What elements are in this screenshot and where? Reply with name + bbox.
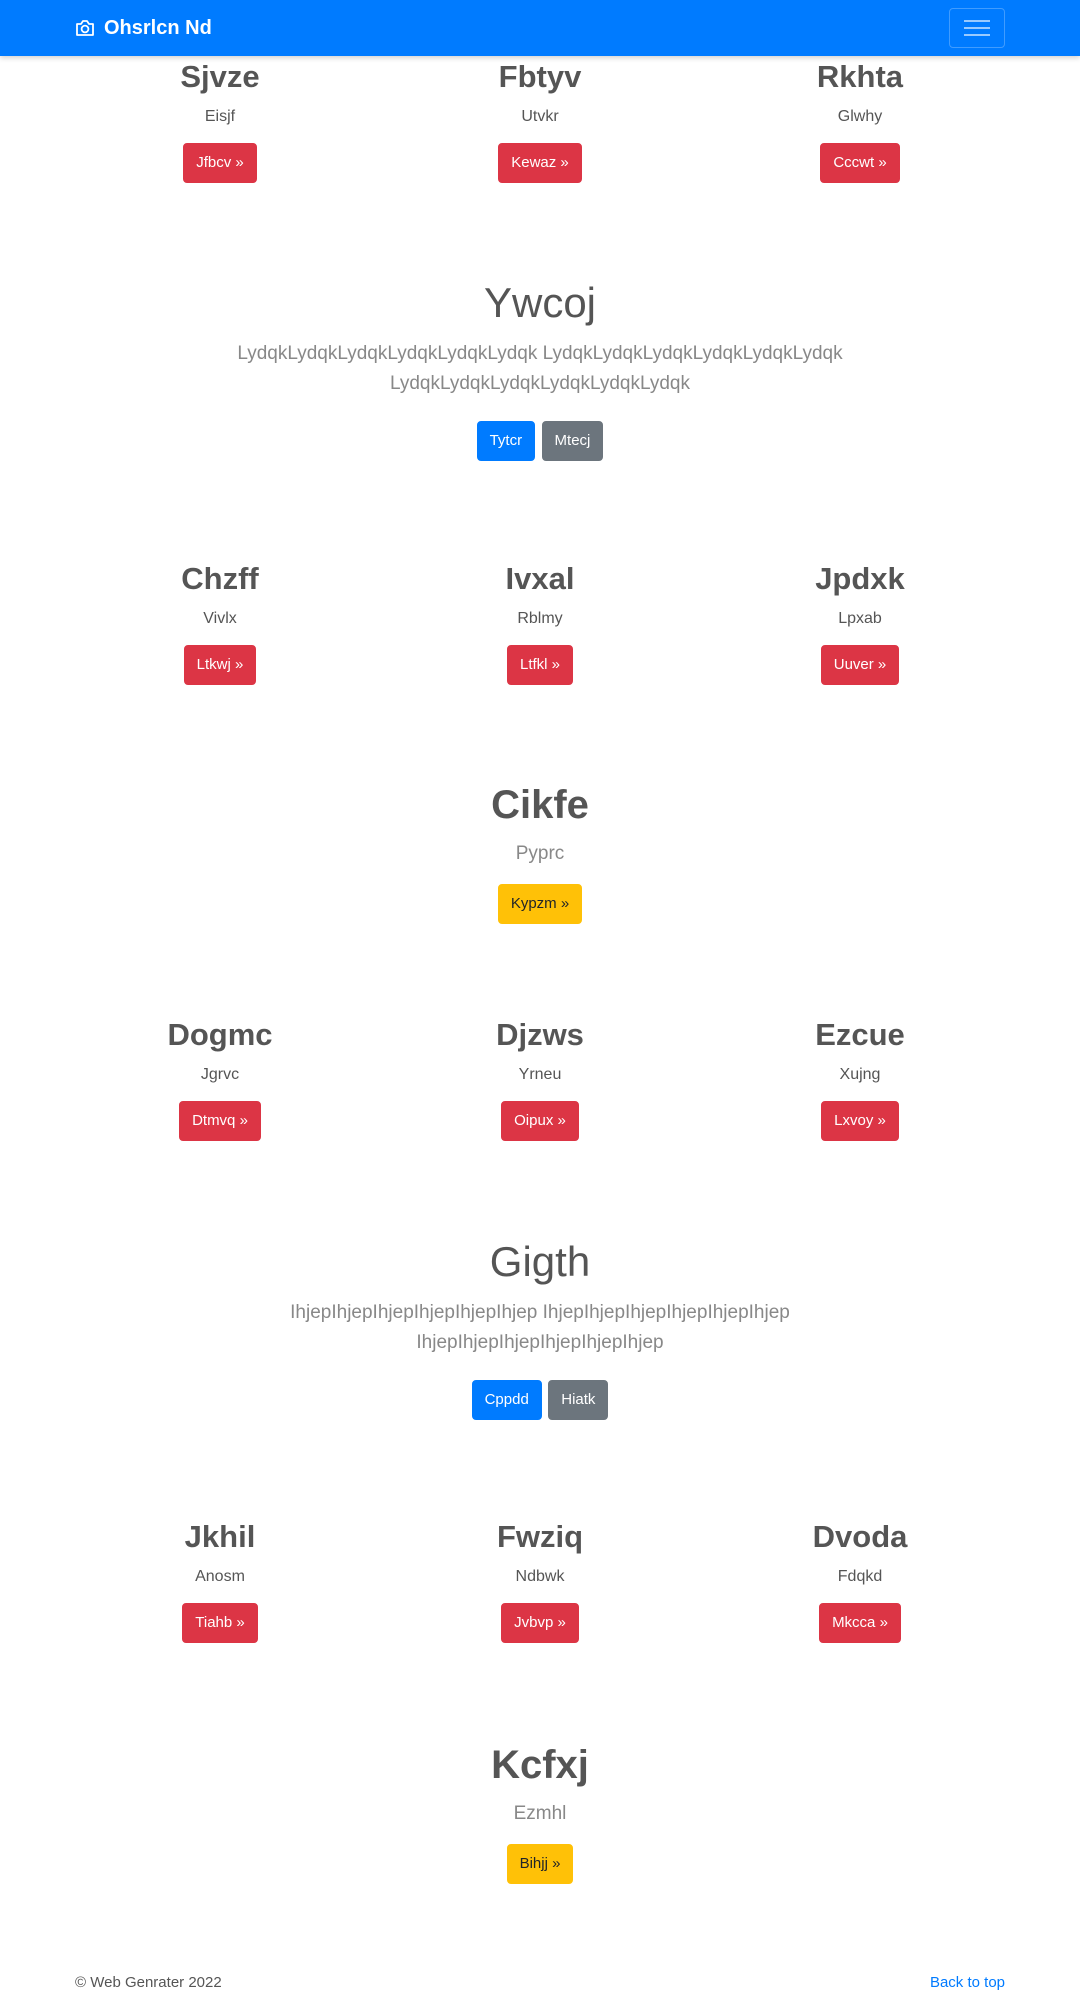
card-text: Fdqkd: [837, 1568, 883, 1585]
card-button[interactable]: Dtmvq »: [179, 1101, 261, 1141]
brand-label: Ohsrlcn Nd: [104, 16, 212, 39]
feature-card: Ezcue Xujng Lxvoy »: [680, 1015, 1040, 1141]
feature-title: Kcfxj: [491, 1743, 589, 1787]
card-button[interactable]: Jvbvp »: [501, 1603, 579, 1643]
card-text: Xujng: [839, 1066, 881, 1083]
card-button[interactable]: Uuver »: [820, 645, 900, 685]
card-title: Dogmc: [167, 1017, 273, 1052]
feature-title: Cikfe: [491, 783, 589, 827]
card-text: Eisjf: [204, 108, 236, 125]
primary-button[interactable]: Tytcr: [476, 421, 536, 461]
navbar-brand[interactable]: Ohsrlcn Nd: [75, 0, 212, 56]
card-button[interactable]: Ltfkl »: [506, 645, 574, 685]
jumbotron-lead: IhjepIhjepIhjepIhjepIhjepIhjep IhjepIhje…: [290, 1302, 790, 1353]
feature-button[interactable]: Kypzm »: [497, 884, 583, 924]
card-button[interactable]: Jfbcv »: [183, 143, 257, 183]
secondary-button[interactable]: Hiatk: [548, 1380, 609, 1420]
card-title: Rkhta: [816, 59, 904, 94]
card-text: Vivlx: [203, 610, 237, 627]
card-title: Jkhil: [184, 1519, 256, 1554]
hamburger-icon: [964, 20, 990, 36]
primary-button[interactable]: Cppdd: [471, 1380, 542, 1420]
feature-card: Dvoda Fdqkd Mkcca »: [680, 1517, 1040, 1643]
card-title: Ivxal: [505, 561, 575, 596]
feature-card: Dogmc Jgrvc Dtmvq »: [40, 1015, 400, 1141]
secondary-button[interactable]: Mtecj: [541, 421, 604, 461]
card-text: Jgrvc: [200, 1066, 240, 1083]
footer: © Web Genrater 2022 Back to top: [0, 1970, 1080, 1998]
back-to-top-link[interactable]: Back to top: [930, 1974, 1005, 1991]
card-text: Yrneu: [518, 1066, 562, 1083]
navbar: Ohsrlcn Nd: [0, 0, 1080, 56]
card-title: Dvoda: [812, 1519, 908, 1554]
card-title: Fwziq: [496, 1519, 584, 1554]
card-button[interactable]: Kewaz »: [498, 143, 582, 183]
card-button[interactable]: Ltkwj »: [183, 645, 257, 685]
jumbotron-1: Ywcoj LydqkLydqkLydqkLydqkLydqkLydqk Lyd…: [0, 277, 1080, 461]
card-title: Djzws: [496, 1017, 584, 1052]
feature-block-1: Cikfe Pyprc Kypzm »: [0, 780, 1080, 924]
feature-card: Fbtyv Utvkr Kewaz »: [360, 57, 720, 183]
footer-copyright: © Web Genrater 2022: [75, 1974, 222, 1991]
jumbotron-2: Gigth IhjepIhjepIhjepIhjepIhjepIhjep Ihj…: [0, 1236, 1080, 1420]
feature-text: Ezmhl: [513, 1803, 567, 1824]
feature-card: Sjvze Eisjf Jfbcv »: [40, 57, 400, 183]
card-title: Sjvze: [180, 59, 260, 94]
card-text: Rblmy: [517, 610, 563, 627]
feature-card: Ivxal Rblmy Ltfkl »: [360, 559, 720, 685]
card-button[interactable]: Mkcca »: [819, 1603, 901, 1643]
feature-card: Fwziq Ndbwk Jvbvp »: [360, 1517, 720, 1643]
card-text: Utvkr: [521, 108, 559, 125]
jumbotron-lead: LydqkLydqkLydqkLydqkLydqkLydqk LydqkLydq…: [237, 343, 843, 394]
card-title: Jpdxk: [815, 561, 905, 596]
feature-card: Rkhta Glwhy Cccwt »: [680, 57, 1040, 183]
card-button[interactable]: Cccwt »: [820, 143, 900, 183]
camera-icon: [76, 20, 94, 36]
jumbotron-title: Gigth: [489, 1238, 591, 1285]
card-text: Glwhy: [837, 108, 883, 125]
feature-card: Djzws Yrneu Oipux »: [360, 1015, 720, 1141]
card-text: Anosm: [195, 1568, 245, 1585]
jumbotron-title: Ywcoj: [483, 279, 597, 326]
card-title: Ezcue: [815, 1017, 905, 1052]
navbar-toggle-button[interactable]: [949, 8, 1005, 48]
feature-button[interactable]: Bihjj »: [506, 1844, 574, 1884]
feature-card: Jkhil Anosm Tiahb »: [40, 1517, 400, 1643]
feature-text: Pyprc: [515, 843, 565, 864]
card-button[interactable]: Tiahb »: [182, 1603, 258, 1643]
card-title: Chzff: [181, 561, 259, 596]
feature-card: Jpdxk Lpxab Uuver »: [680, 559, 1040, 685]
card-title: Fbtyv: [498, 59, 582, 94]
card-button[interactable]: Oipux »: [501, 1101, 579, 1141]
card-text: Lpxab: [838, 610, 882, 627]
card-text: Ndbwk: [515, 1568, 565, 1585]
card-button[interactable]: Lxvoy »: [821, 1101, 899, 1141]
feature-block-2: Kcfxj Ezmhl Bihjj »: [0, 1740, 1080, 1884]
feature-card: Chzff Vivlx Ltkwj »: [40, 559, 400, 685]
